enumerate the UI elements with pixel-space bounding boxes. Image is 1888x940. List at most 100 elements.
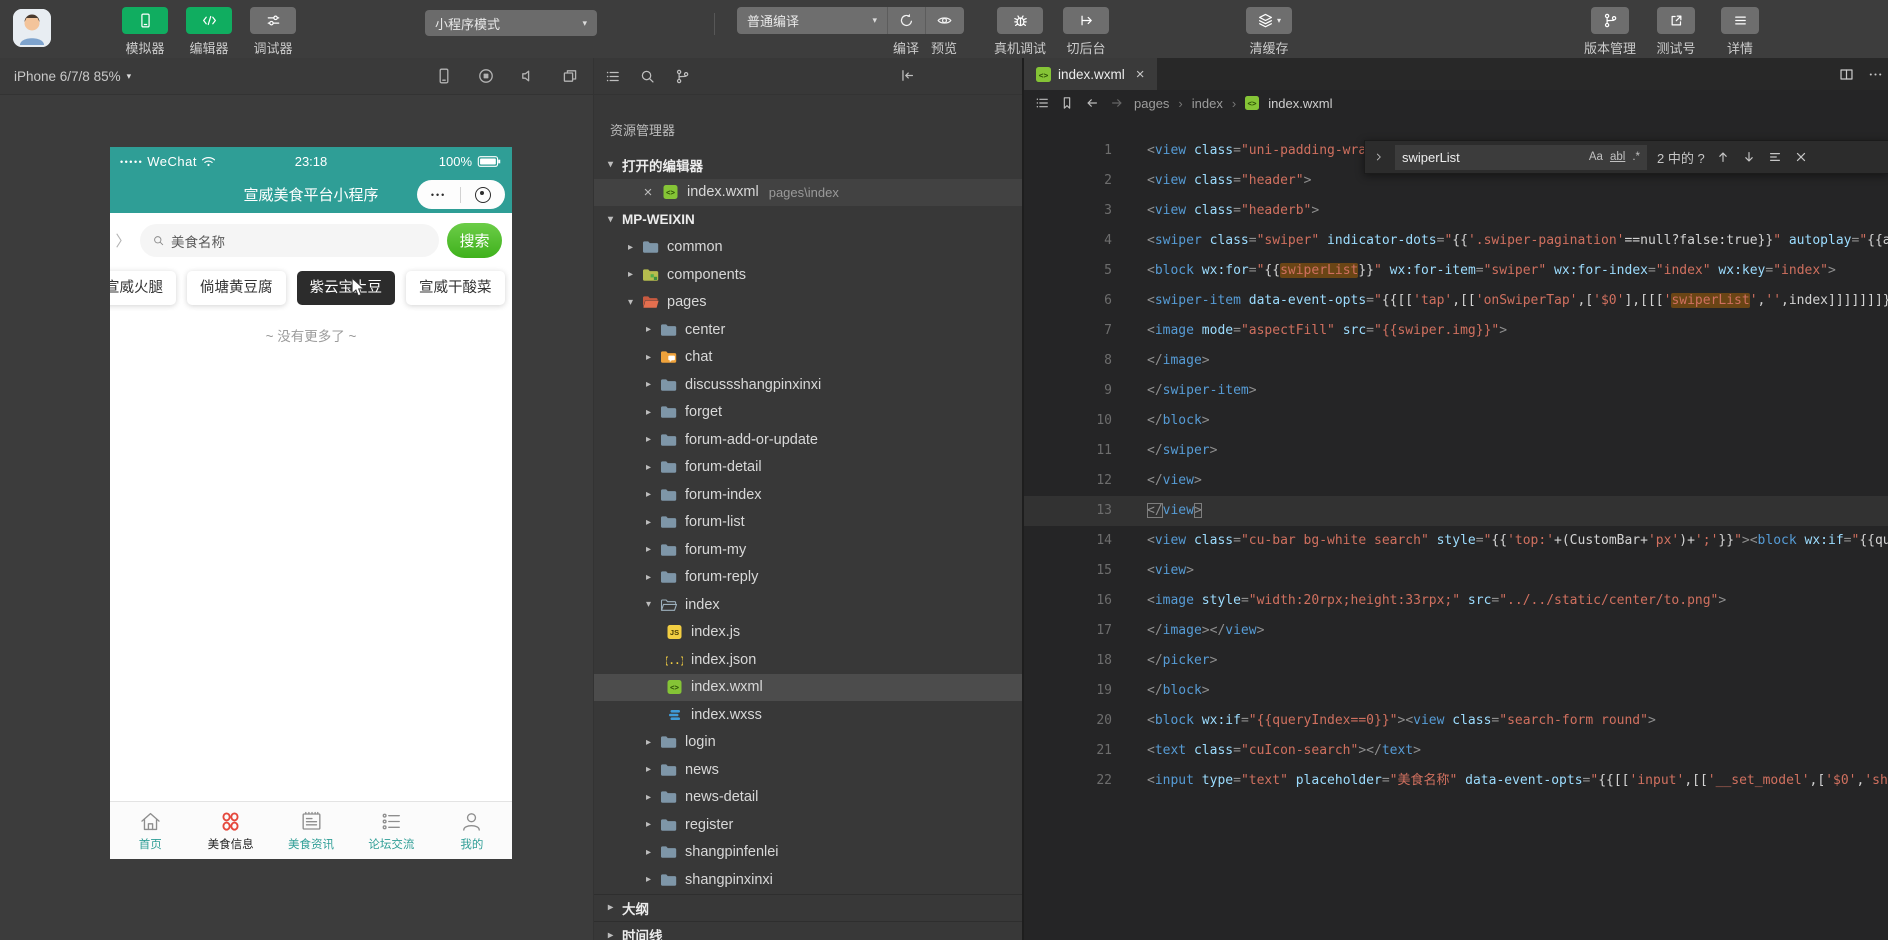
debugger-button[interactable]	[250, 7, 296, 34]
code-area[interactable]: 1<view class="uni-padding-wrap">2<view c…	[1024, 116, 1888, 940]
tree-folder-shangpinfenlei[interactable]: ▸ shangpinfenlei	[594, 839, 1023, 867]
code-line[interactable]: 4 <swiper class="swiper" indicator-dots="…	[1024, 226, 1888, 256]
preview-button[interactable]	[924, 7, 964, 34]
tree-folder-components[interactable]: ▸ components	[594, 261, 1023, 289]
previous-match-icon[interactable]	[1715, 149, 1731, 165]
code-line[interactable]: 7 <image mode="aspectFill" src="{{swiper.…	[1024, 316, 1888, 346]
tree-folder-forum-list[interactable]: ▸ forum-list	[594, 509, 1023, 537]
code-line[interactable]: 20 <block wx:if="{{queryIndex==0}}"><view…	[1024, 706, 1888, 736]
record-icon[interactable]	[477, 67, 495, 85]
chevron-right-icon[interactable]: 〉	[114, 230, 132, 251]
simulator-button[interactable]	[122, 7, 168, 34]
tabbar-item[interactable]: 首页	[110, 802, 190, 859]
section-MP-WEIXIN[interactable]: ▾ MP-WEIXIN	[594, 206, 1023, 234]
phone-icon[interactable]	[435, 67, 453, 85]
tree-folder-center[interactable]: ▸ center	[594, 316, 1023, 344]
avatar[interactable]	[13, 9, 51, 47]
tabbar-item[interactable]: 我的	[432, 802, 512, 859]
search-input[interactable]: 美食名称	[140, 224, 439, 257]
breadcrumb-index[interactable]: index	[1192, 96, 1223, 111]
code-line[interactable]: 19 </block>	[1024, 676, 1888, 706]
search-button[interactable]: 搜索	[447, 223, 502, 258]
switch-background-button[interactable]	[1063, 7, 1109, 34]
code-line[interactable]: 13 </view>	[1024, 496, 1888, 526]
device-debug-button[interactable]	[997, 7, 1043, 34]
tree-folder-pages[interactable]: ▾ pages	[594, 289, 1023, 317]
code-line[interactable]: 12 </view>	[1024, 466, 1888, 496]
breadcrumb-file[interactable]: index.wxml	[1268, 96, 1332, 111]
tree-folder-forum-add-or-update[interactable]: ▸ forum-add-or-update	[594, 426, 1023, 454]
forward-icon[interactable]	[1109, 95, 1125, 111]
listmenu-icon[interactable]	[604, 68, 621, 85]
tree-file-index.wxml[interactable]: <> index.wxml	[594, 673, 1023, 701]
split-editor-icon[interactable]	[1838, 66, 1855, 83]
match-case-icon[interactable]: Aa	[1589, 151, 1603, 163]
tree-folder-discussshangpinxinxi[interactable]: ▸ discussshangpinxinxi	[594, 371, 1023, 399]
code-line[interactable]: 17 </image></view>	[1024, 616, 1888, 646]
more-actions-icon[interactable]	[1867, 66, 1884, 83]
tree-folder-forum-reply[interactable]: ▸ forum-reply	[594, 564, 1023, 592]
tree-folder-login[interactable]: ▸ login	[594, 729, 1023, 757]
code-line[interactable]: 9 </swiper-item>	[1024, 376, 1888, 406]
toggle-replace-icon[interactable]	[1373, 151, 1385, 163]
tree-folder-index[interactable]: ▾ index	[594, 591, 1023, 619]
close-icon[interactable]: ×	[640, 184, 656, 201]
tree-folder-forum-detail[interactable]: ▸ forum-detail	[594, 454, 1023, 482]
code-line[interactable]: 11 </swiper>	[1024, 436, 1888, 466]
editor-tab-index-wxml[interactable]: <> index.wxml ×	[1024, 58, 1157, 90]
collapse-sidebar-icon[interactable]	[899, 67, 916, 84]
tree-folder-news-detail[interactable]: ▸ news-detail	[594, 784, 1023, 812]
tree-folder-chat[interactable]: ▸ chat	[594, 344, 1023, 372]
capsule-buttons[interactable]: •••	[417, 180, 505, 209]
tree-folder-shangpinxinxi[interactable]: ▸ shangpinxinxi	[594, 866, 1023, 894]
capsule-home-icon[interactable]	[475, 186, 492, 203]
capsule-menu-icon[interactable]: •••	[431, 190, 446, 200]
code-line[interactable]: 8 </image>	[1024, 346, 1888, 376]
tree-folder-common[interactable]: ▸ common	[594, 234, 1023, 262]
code-line[interactable]: 15 <view>	[1024, 556, 1888, 586]
code-line[interactable]: 22 <input type="text" placeholder="美食名称" …	[1024, 766, 1888, 796]
tree-folder-forum-index[interactable]: ▸ forum-index	[594, 481, 1023, 509]
tabbar-item[interactable]: 美食资讯	[271, 802, 351, 859]
code-line[interactable]: 3 <view class="headerb">	[1024, 196, 1888, 226]
code-line[interactable]: 21 <text class="cuIcon-search"></text>	[1024, 736, 1888, 766]
close-tab-icon[interactable]: ×	[1136, 66, 1145, 83]
code-line[interactable]: 14 <view class="cu-bar bg-white search" s…	[1024, 526, 1888, 556]
clear-cache-button[interactable]: ▾	[1246, 7, 1292, 34]
category-chip[interactable]: 宣威干酸菜	[406, 271, 505, 305]
code-line[interactable]: 6 <swiper-item data-event-opts="{{[['tap'…	[1024, 286, 1888, 316]
code-line[interactable]: 10 </block>	[1024, 406, 1888, 436]
device-selector[interactable]: iPhone 6/7/8 85% ▾	[14, 69, 131, 84]
code-line[interactable]: 16 <image style="width:20rpx;height:33rpx…	[1024, 586, 1888, 616]
back-icon[interactable]	[1084, 95, 1100, 111]
outline-icon[interactable]	[1034, 95, 1050, 111]
breadcrumb-pages[interactable]: pages	[1134, 96, 1169, 111]
code-line[interactable]: 5 <block wx:for="{{swiperList}}" wx:for-i…	[1024, 256, 1888, 286]
find-in-selection-icon[interactable]	[1767, 149, 1783, 165]
whole-word-icon[interactable]: abl	[1610, 151, 1625, 163]
branch-icon[interactable]	[674, 68, 691, 85]
tabbar-item[interactable]: 美食信息	[190, 802, 270, 859]
tabbar-item[interactable]: 论坛交流	[351, 802, 431, 859]
find-input[interactable]: swiperList Aa abl .*	[1395, 144, 1647, 170]
tree-file-index.json[interactable]: {..}index.json	[594, 646, 1023, 674]
search-icon[interactable]	[639, 68, 656, 85]
mode-select[interactable]: 小程序模式 ▾	[425, 10, 597, 36]
editor-button[interactable]	[186, 7, 232, 34]
close-find-icon[interactable]	[1793, 149, 1809, 165]
test-account-button[interactable]	[1657, 7, 1695, 34]
regex-icon[interactable]: .*	[1632, 151, 1640, 163]
tree-folder-forum-my[interactable]: ▸ forum-my	[594, 536, 1023, 564]
bookmark-icon[interactable]	[1059, 95, 1075, 111]
tree-file-index.js[interactable]: JS index.js	[594, 619, 1023, 647]
next-match-icon[interactable]	[1741, 149, 1757, 165]
section-打开的编辑器[interactable]: ▾ 打开的编辑器	[594, 151, 1023, 179]
code-line[interactable]: 18 </picker>	[1024, 646, 1888, 676]
details-button[interactable]	[1721, 7, 1759, 34]
category-chip[interactable]: 倘塘黄豆腐	[187, 271, 286, 305]
compile-button[interactable]	[886, 7, 926, 34]
compile-mode-select[interactable]: 普通编译 ▾	[737, 7, 887, 34]
section-大纲[interactable]: ▸ 大纲	[594, 893, 1023, 922]
section-时间线[interactable]: ▸ 时间线	[594, 921, 1023, 940]
version-control-button[interactable]	[1591, 7, 1629, 34]
